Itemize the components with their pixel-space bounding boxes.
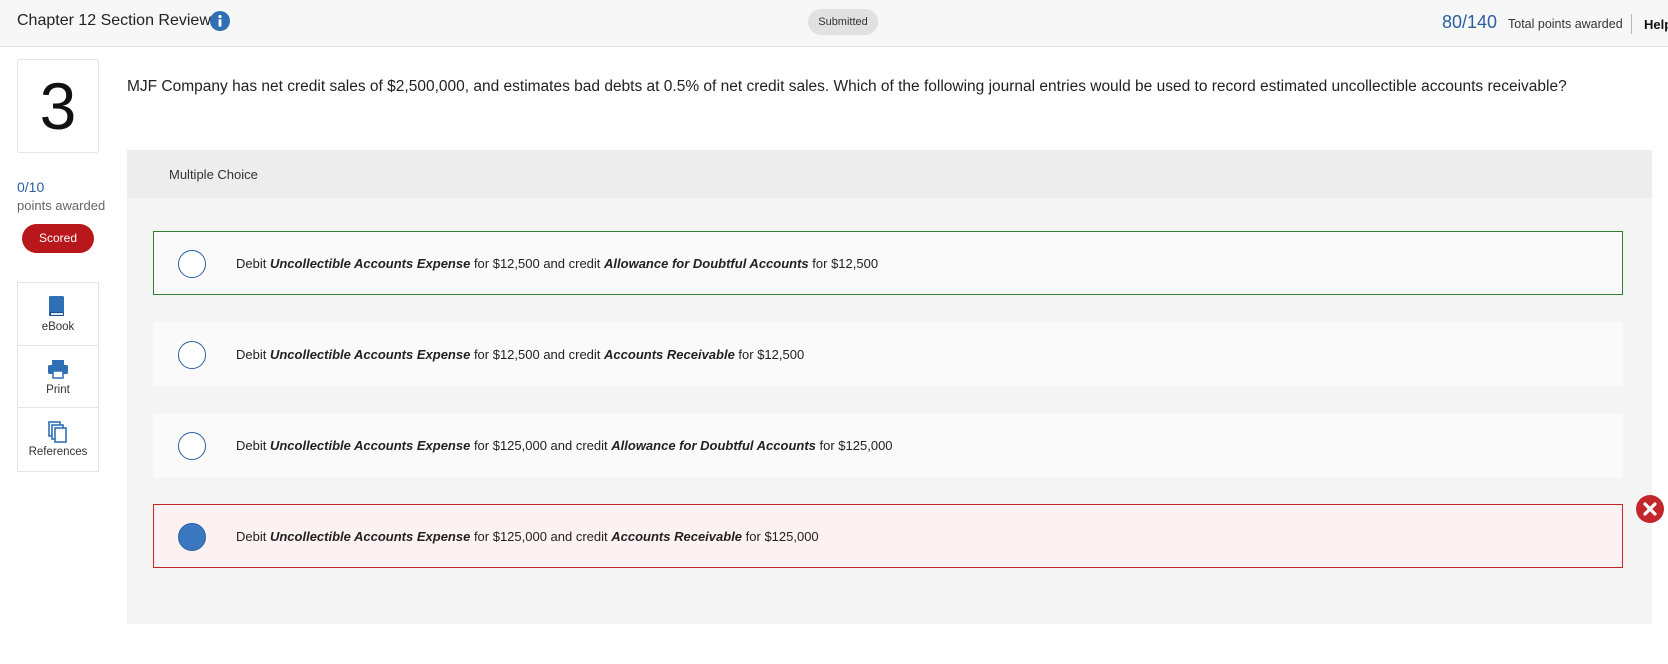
references-label: References (28, 446, 88, 458)
scored-badge: Scored (22, 224, 94, 253)
assignment-title: Chapter 12 Section Review (17, 12, 211, 29)
printer-icon (48, 360, 68, 379)
choice-text: Debit Uncollectible Accounts Expense for… (236, 256, 879, 271)
question-points-value: 0/10 (17, 179, 45, 195)
choice-option-1[interactable]: Debit Uncollectible Accounts Expense for… (153, 231, 1623, 295)
radio-button[interactable] (178, 341, 206, 369)
print-button[interactable]: Print (18, 345, 98, 408)
question-type-label: Multiple Choice (169, 167, 258, 182)
ebook-label: eBook (41, 321, 75, 333)
choice-text: Debit Uncollectible Accounts Expense for… (236, 438, 893, 453)
choice-option-2[interactable]: Debit Uncollectible Accounts Expense for… (153, 322, 1623, 386)
answer-panel: Multiple Choice Debit Uncollectible Acco… (127, 150, 1664, 624)
question-type-header: Multiple Choice (127, 150, 1652, 198)
ebook-button[interactable]: eBook (18, 283, 98, 345)
references-button[interactable]: References (18, 407, 98, 470)
tools-panel: eBook Print References (17, 282, 99, 472)
print-label: Print (46, 384, 70, 396)
radio-button[interactable] (178, 432, 206, 460)
choice-option-3[interactable]: Debit Uncollectible Accounts Expense for… (153, 413, 1623, 477)
info-icon[interactable] (210, 11, 230, 31)
status-badge: Submitted (808, 9, 878, 35)
references-icon (48, 421, 67, 443)
radio-button[interactable] (178, 250, 206, 278)
total-points-value: 80/140 (1442, 12, 1498, 32)
book-icon (49, 296, 64, 316)
choice-text: Debit Uncollectible Accounts Expense for… (236, 529, 819, 544)
help-link[interactable]: Help (1644, 17, 1668, 32)
question-points-label: points awarded (17, 198, 106, 213)
incorrect-x-icon (1636, 495, 1664, 523)
top-bar: Chapter 12 Section Review Submitted 80/1… (0, 0, 1668, 47)
question-text: MJF Company has net credit sales of $2,5… (127, 78, 1567, 95)
header-divider (1631, 14, 1632, 34)
question-number: 3 (17, 59, 99, 153)
choice-text: Debit Uncollectible Accounts Expense for… (236, 347, 805, 362)
total-points-label: Total points awarded (1508, 17, 1623, 31)
choice-option-4[interactable]: Debit Uncollectible Accounts Expense for… (153, 495, 1664, 568)
radio-button-selected[interactable] (178, 523, 206, 551)
